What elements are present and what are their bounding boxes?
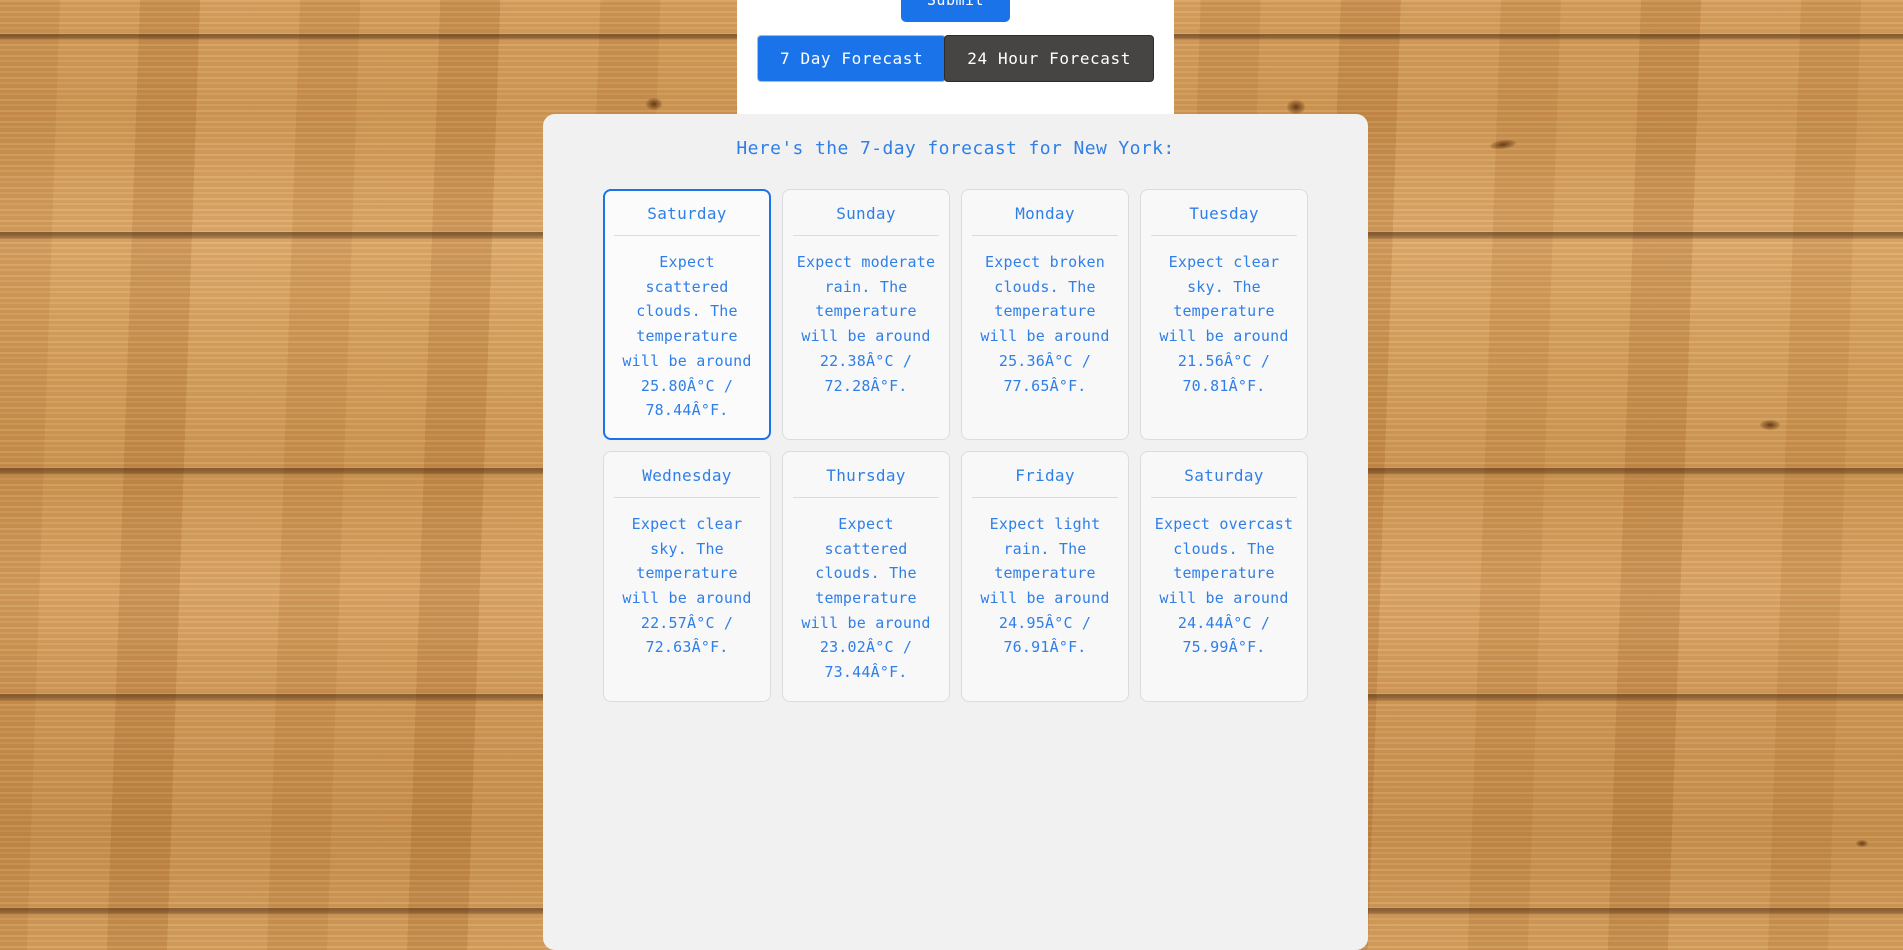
forecast-day-title: Friday: [1015, 465, 1075, 485]
forecast-day-description: Expect overcast clouds. The temperature …: [1154, 514, 1294, 657]
forecast-day-title: Monday: [1015, 204, 1075, 223]
forecast-day-title: Wednesday: [642, 465, 732, 485]
forecast-day-title: Saturday: [647, 204, 727, 223]
submit-button[interactable]: Submit: [900, 0, 1011, 22]
wood-knot-icon: [1287, 100, 1305, 114]
card-divider: [793, 496, 939, 498]
weather-form-panel: Submit 7 Day Forecast 24 Hour Forecast: [737, 0, 1174, 115]
tab-24-hour-forecast[interactable]: 24 Hour Forecast: [945, 36, 1153, 81]
submit-row: Submit: [737, 0, 1174, 22]
card-divider: [972, 235, 1118, 236]
forecast-day-description: Expect clear sky. The temperature will b…: [1159, 253, 1289, 395]
forecast-day-description: Expect scattered clouds. The temperature…: [801, 514, 931, 682]
forecast-day-description: Expect clear sky. The temperature will b…: [622, 514, 752, 657]
forecast-day-title: Thursday: [826, 465, 906, 485]
forecast-day-description: Expect moderate rain. The temperature wi…: [796, 253, 936, 395]
forecast-cards-grid: Saturday Expect scattered clouds. The te…: [603, 189, 1308, 702]
forecast-day-card[interactable]: Sunday Expect moderate rain. The tempera…: [782, 189, 950, 440]
card-divider: [1151, 235, 1297, 236]
forecast-day-card[interactable]: Wednesday Expect clear sky. The temperat…: [603, 450, 771, 702]
forecast-day-card[interactable]: Saturday Expect scattered clouds. The te…: [603, 189, 771, 440]
card-divider: [614, 496, 760, 498]
forecast-day-title: Tuesday: [1189, 204, 1259, 223]
forecast-day-card[interactable]: Tuesday Expect clear sky. The temperatur…: [1140, 189, 1308, 440]
card-divider: [1151, 496, 1297, 498]
forecast-day-title: Saturday: [1184, 465, 1264, 485]
forecast-day-description: Expect light rain. The temperature will …: [980, 514, 1110, 657]
forecast-day-card[interactable]: Monday Expect broken clouds. The tempera…: [961, 189, 1129, 440]
forecast-day-title: Sunday: [836, 204, 896, 223]
forecast-results-panel: Here's the 7-day forecast for New York: …: [543, 114, 1368, 950]
card-divider: [972, 496, 1118, 498]
forecast-day-card[interactable]: Friday Expect light rain. The temperatur…: [961, 450, 1129, 702]
wood-knot-icon: [1760, 420, 1780, 430]
forecast-day-description: Expect scattered clouds. The temperature…: [622, 253, 752, 420]
tab-7-day-forecast[interactable]: 7 Day Forecast: [758, 36, 946, 81]
wood-knot-icon: [1856, 840, 1868, 847]
forecast-heading: Here's the 7-day forecast for New York:: [736, 138, 1175, 159]
card-divider: [793, 235, 939, 236]
forecast-day-card[interactable]: Thursday Expect scattered clouds. The te…: [782, 450, 950, 702]
forecast-day-description: Expect broken clouds. The temperature wi…: [980, 253, 1110, 395]
forecast-tabs: 7 Day Forecast 24 Hour Forecast: [737, 36, 1174, 81]
wood-knot-icon: [1489, 138, 1517, 151]
forecast-day-card[interactable]: Saturday Expect overcast clouds. The tem…: [1140, 450, 1308, 702]
card-divider: [614, 235, 760, 236]
wood-knot-icon: [646, 98, 662, 110]
